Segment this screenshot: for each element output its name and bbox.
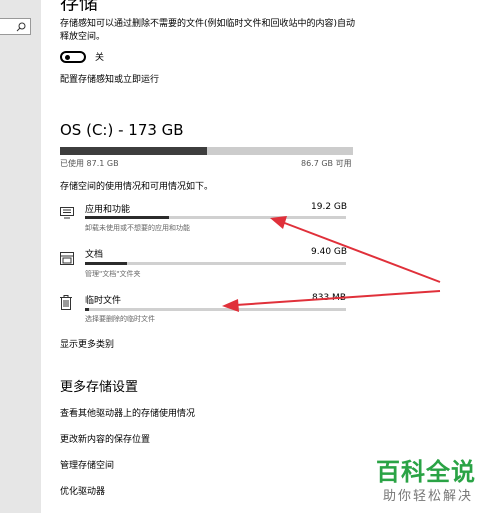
annotation-arrows: [222, 216, 441, 312]
arrow-to-temp-files: [222, 290, 441, 312]
watermark-title: 百科全说: [376, 458, 476, 486]
watermark-subtitle: 助你轻松解决: [383, 489, 474, 504]
arrow-to-apps: [270, 216, 441, 283]
